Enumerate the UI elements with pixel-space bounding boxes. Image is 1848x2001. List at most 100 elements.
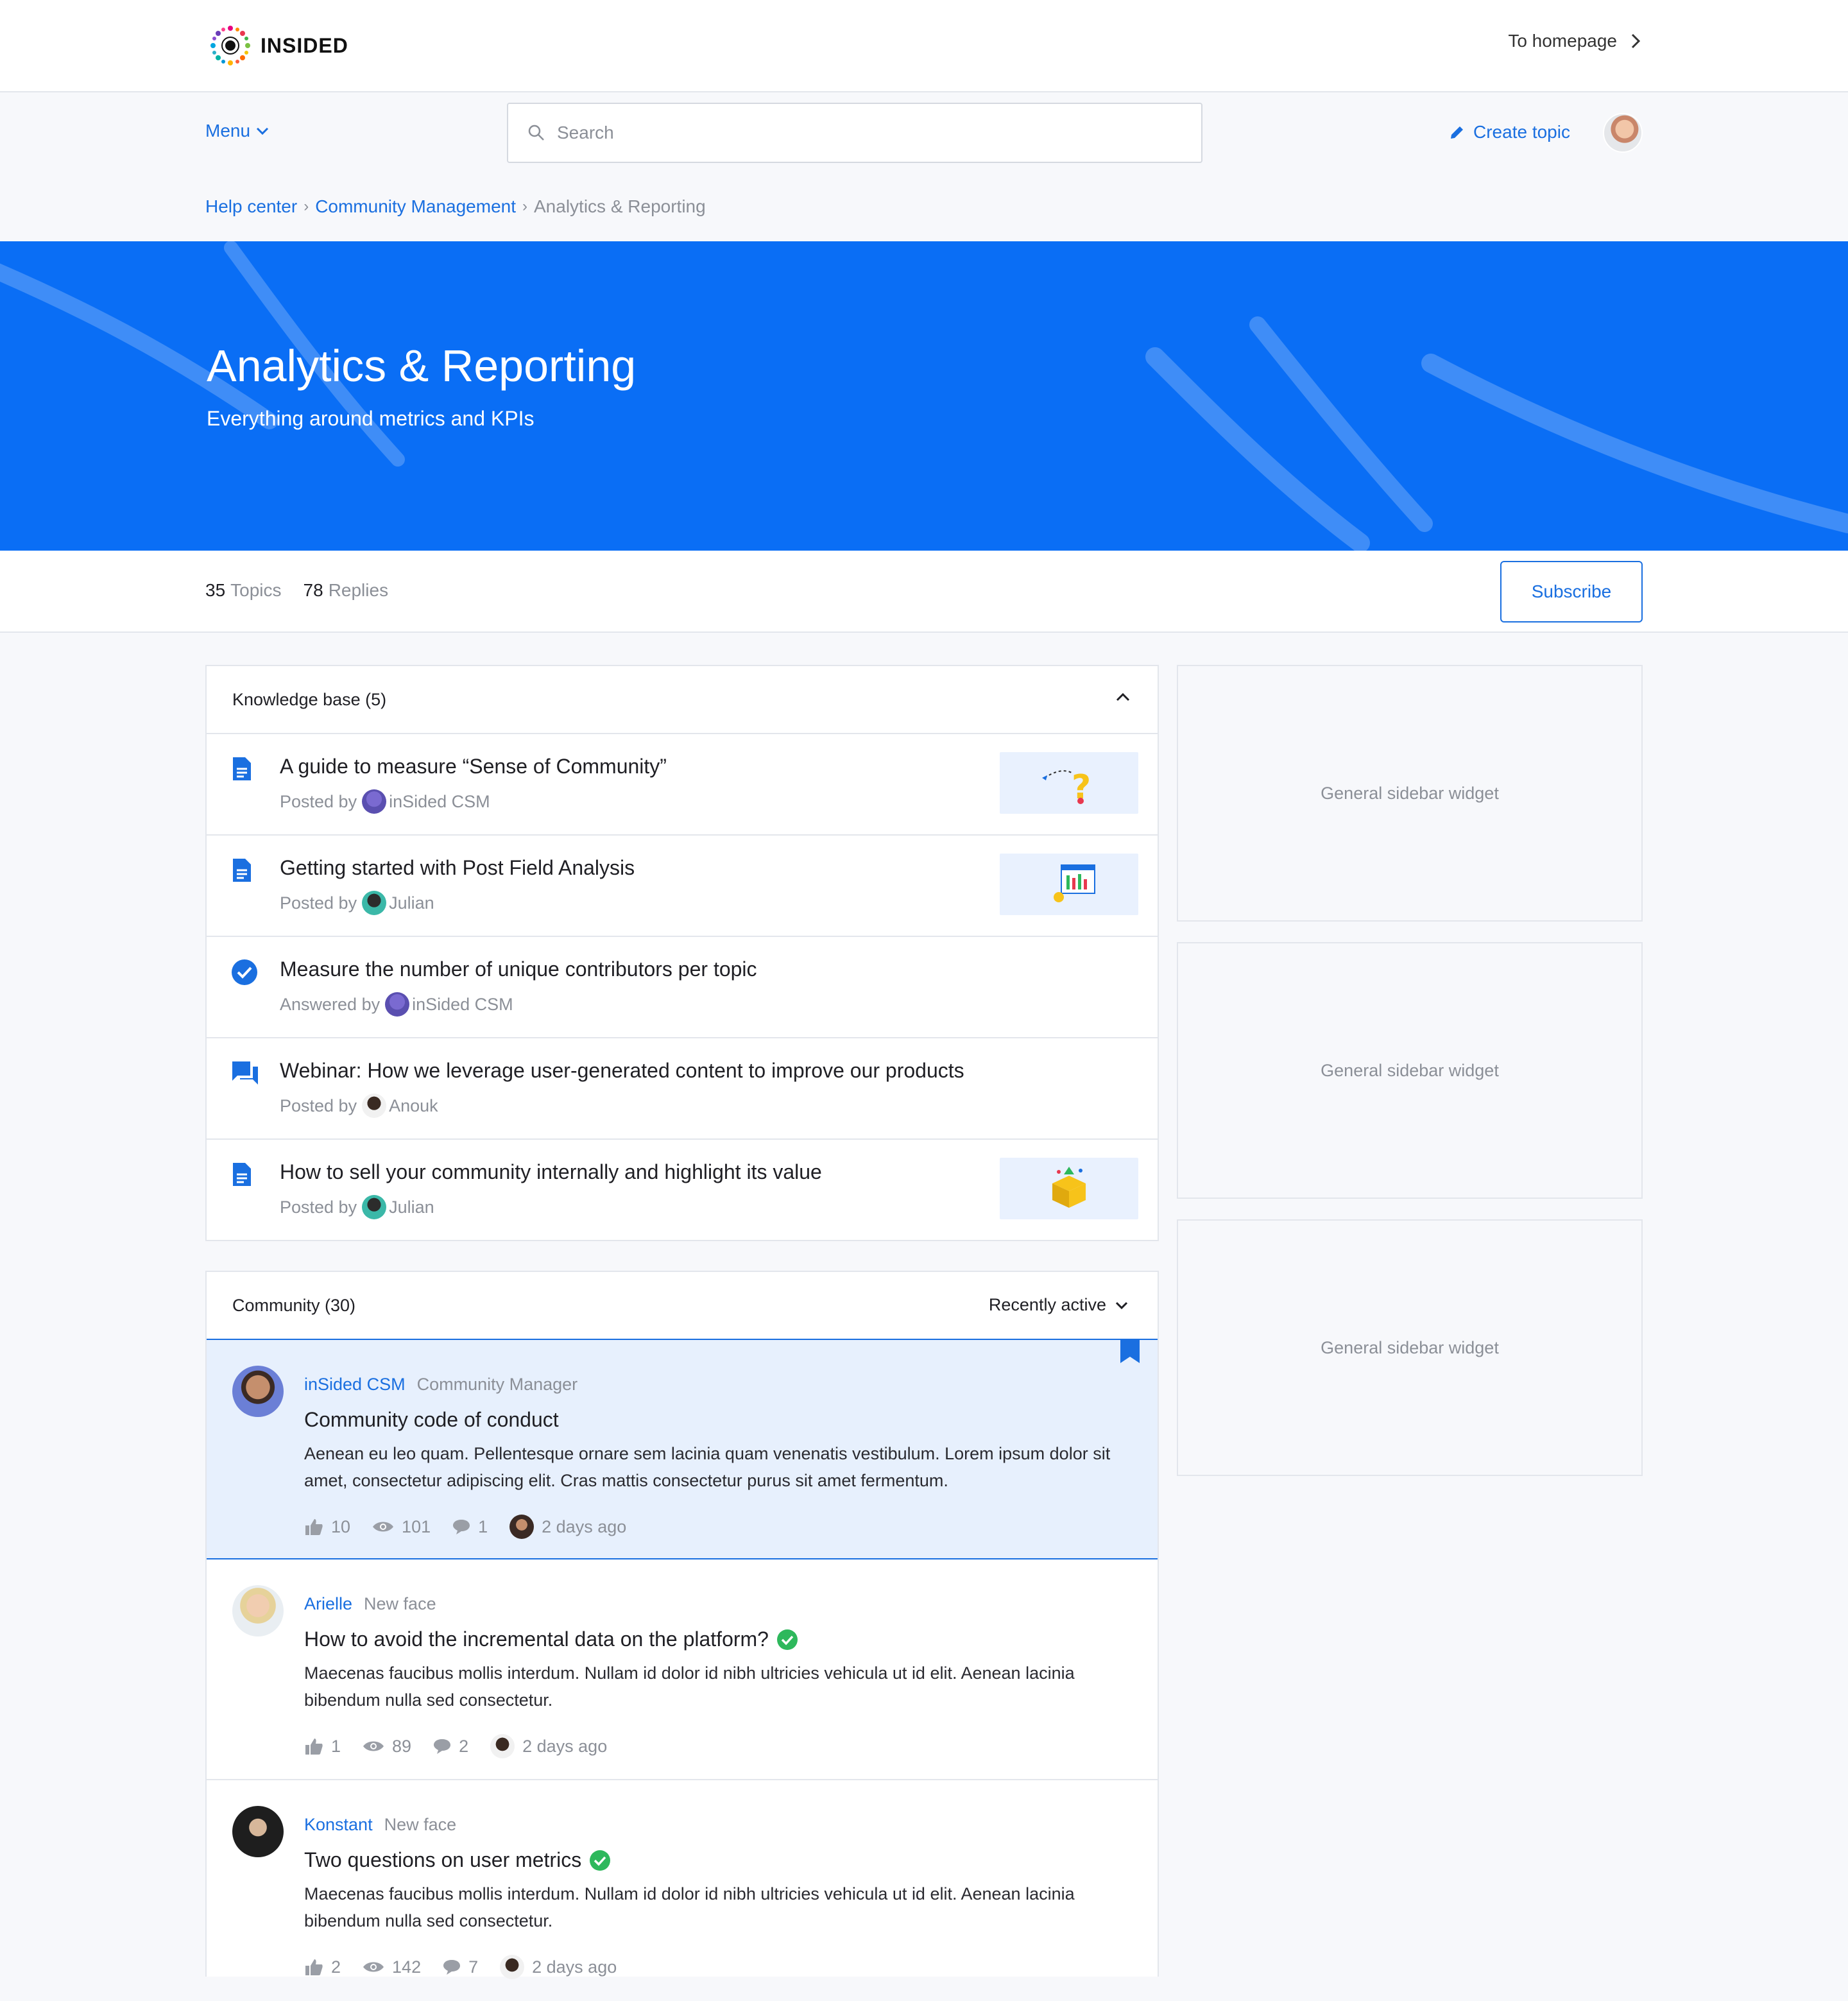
kb-item-thumbnail — [1000, 1158, 1138, 1219]
last-activity-time: 2 days ago — [532, 1957, 617, 1977]
breadcrumb-help-center[interactable]: Help center — [205, 196, 297, 217]
kb-item[interactable]: A guide to measure “Sense of Community” … — [207, 734, 1158, 836]
comment-icon — [434, 1739, 451, 1754]
last-poster-avatar — [500, 1955, 525, 1979]
replies-count: 1 — [478, 1516, 488, 1536]
kb-item-meta: Posted by Anouk — [280, 1094, 438, 1118]
replies-label: Replies — [328, 580, 389, 600]
kb-item-title[interactable]: A guide to measure “Sense of Community” — [280, 755, 667, 778]
search-box[interactable] — [507, 103, 1202, 163]
check-circle-icon — [232, 959, 257, 985]
likes-stat: 1 — [304, 1737, 341, 1756]
last-activity-time: 2 days ago — [522, 1736, 608, 1756]
breadcrumb-separator-icon: › — [304, 198, 309, 215]
topic-excerpt: Aenean eu leo quam. Pellentesque ornare … — [304, 1444, 1111, 1490]
views-count: 142 — [392, 1957, 422, 1977]
kb-item-title[interactable]: Getting started with Post Field Analysis — [280, 856, 635, 880]
topic-row[interactable]: inSided CSM Community Manager Community … — [207, 1339, 1158, 1559]
answered-check-icon — [590, 1850, 611, 1871]
likes-stat: 2 — [304, 1957, 341, 1977]
knowledge-base-panel: Knowledge base (5) A guide to measure “S… — [205, 665, 1159, 1241]
document-icon — [233, 757, 251, 780]
topics-label: Topics — [230, 580, 282, 600]
breadcrumb-community-management[interactable]: Community Management — [315, 196, 516, 217]
sidebar-widget: General sidebar widget — [1177, 1219, 1643, 1476]
search-icon — [528, 125, 544, 141]
kb-item-meta: Answered by inSided CSM — [280, 992, 513, 1017]
kb-item-meta: Posted by Julian — [280, 1195, 434, 1219]
topic-title-text[interactable]: Community code of conduct — [304, 1408, 559, 1432]
author-name[interactable]: Konstant — [304, 1815, 373, 1835]
comment-icon — [443, 1960, 461, 1975]
topic-stats: 10 101 1 2 days ago — [304, 1515, 648, 1539]
brand-logo[interactable]: INSIDED — [208, 23, 348, 68]
likes-count: 2 — [331, 1957, 341, 1977]
replies-stat: 2 — [433, 1737, 468, 1756]
views-stat: 101 — [372, 1517, 431, 1537]
sort-dropdown[interactable]: Recently active — [989, 1295, 1128, 1315]
post-author: Konstant New face — [304, 1815, 456, 1835]
chat-bubbles-icon — [232, 1061, 258, 1085]
kb-item-meta: Posted by inSided CSM — [280, 789, 490, 814]
chart-illustration-icon — [1054, 864, 1095, 902]
author-avatar[interactable] — [232, 1585, 284, 1636]
last-activity-time: 2 days ago — [542, 1516, 627, 1536]
eye-icon — [363, 1962, 384, 1972]
kb-item-author[interactable]: Anouk — [389, 1096, 438, 1116]
sidebar-widget: General sidebar widget — [1177, 665, 1643, 922]
author-name[interactable]: inSided CSM — [304, 1375, 406, 1395]
likes-count: 1 — [331, 1736, 341, 1756]
views-count: 89 — [392, 1736, 412, 1756]
kb-item-title[interactable]: How to sell your community internally an… — [280, 1160, 822, 1184]
author-avatar[interactable] — [232, 1806, 284, 1857]
sidebar-widget: General sidebar widget — [1177, 942, 1643, 1199]
replies-count: 78 — [303, 580, 323, 600]
kb-item-author[interactable]: Julian — [389, 893, 434, 913]
topic-title[interactable]: Two questions on user metrics — [304, 1848, 611, 1872]
user-avatar[interactable] — [1603, 113, 1643, 153]
last-activity: 2 days ago — [490, 1734, 607, 1758]
author-avatar[interactable] — [232, 1366, 284, 1417]
create-topic-button[interactable]: Create topic — [1449, 122, 1570, 142]
kb-item-meta-prefix: Posted by — [280, 1095, 357, 1115]
topic-title-text[interactable]: Two questions on user metrics — [304, 1848, 581, 1872]
topic-row[interactable]: Arielle New face How to avoid the increm… — [207, 1559, 1158, 1780]
kb-item[interactable]: Measure the number of unique contributor… — [207, 937, 1158, 1038]
document-icon — [233, 859, 251, 882]
category-stats-bar: 35 Topics 78 Replies Subscribe — [0, 551, 1848, 633]
knowledge-base-header[interactable]: Knowledge base (5) — [207, 666, 1158, 734]
menu-dropdown[interactable]: Menu — [205, 121, 270, 141]
last-poster-avatar — [490, 1734, 515, 1758]
thumbs-up-icon — [305, 1959, 323, 1975]
likes-stat: 10 — [304, 1517, 350, 1537]
eye-icon — [373, 1522, 394, 1532]
topic-title[interactable]: How to avoid the incremental data on the… — [304, 1627, 798, 1651]
subscribe-button[interactable]: Subscribe — [1500, 561, 1643, 623]
topic-title-text[interactable]: How to avoid the incremental data on the… — [304, 1627, 769, 1651]
eye-icon — [363, 1741, 384, 1751]
kb-item[interactable]: Getting started with Post Field Analysis… — [207, 836, 1158, 937]
topic-title[interactable]: Community code of conduct — [304, 1408, 559, 1432]
post-author: Arielle New face — [304, 1594, 436, 1614]
thumbs-up-icon — [305, 1519, 323, 1535]
kb-item-author[interactable]: inSided CSM — [389, 792, 490, 812]
last-activity: 2 days ago — [500, 1955, 617, 1979]
kb-item-title[interactable]: Measure the number of unique contributor… — [280, 958, 757, 981]
sidebar-widget-label: General sidebar widget — [1321, 783, 1499, 803]
search-input[interactable] — [557, 123, 1134, 143]
to-homepage-link[interactable]: To homepage — [1508, 31, 1640, 51]
stats-counts: 35 Topics 78 Replies — [205, 580, 410, 601]
topic-row[interactable]: Konstant New face Two questions on user … — [207, 1780, 1158, 2001]
kb-item-title[interactable]: Webinar: How we leverage user-generated … — [280, 1059, 964, 1083]
kb-item[interactable]: How to sell your community internally an… — [207, 1140, 1158, 1241]
kb-item-author[interactable]: Julian — [389, 1198, 434, 1217]
kb-item[interactable]: Webinar: How we leverage user-generated … — [207, 1038, 1158, 1140]
page-title: Analytics & Reporting — [207, 341, 637, 391]
author-name[interactable]: Arielle — [304, 1594, 352, 1614]
nav-bar: Menu Create topic Help center › Communit… — [0, 92, 1848, 241]
kb-item-author[interactable]: inSided CSM — [412, 995, 513, 1015]
replies-count: 2 — [459, 1736, 469, 1756]
chevron-up-icon[interactable] — [1115, 692, 1131, 702]
author-avatar — [362, 1094, 387, 1118]
kb-item-thumbnail: ? — [1000, 752, 1138, 814]
